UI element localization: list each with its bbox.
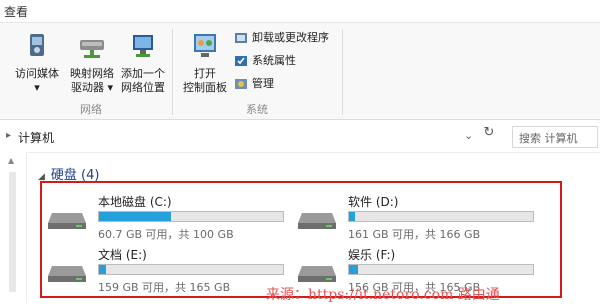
ribbon-separator-2 — [342, 29, 343, 115]
usage-bar — [98, 211, 284, 222]
tab-view[interactable]: 查看 — [4, 3, 28, 20]
add-net-loc-label-2: 网络位置 — [121, 81, 165, 94]
network-location-icon — [133, 35, 153, 57]
control-panel-label: 打开 — [194, 67, 216, 80]
group-network-label: 网络 — [80, 103, 102, 116]
chevron-right-icon[interactable]: ▸ — [6, 130, 11, 141]
refresh-icon[interactable]: ↻ — [480, 125, 498, 143]
drive-name: 文档 (E:) — [98, 248, 147, 262]
source-watermark: 来源：https://it.netoro.com 路由通 — [266, 287, 500, 303]
scroll-up-icon[interactable]: ▲ — [8, 156, 14, 165]
group-system-label: 系统 — [246, 103, 268, 116]
chevron-down-icon[interactable]: ⌄ — [464, 129, 473, 142]
usage-fill — [349, 212, 355, 221]
control-panel-icon — [194, 34, 216, 57]
manage-icon — [235, 79, 247, 89]
search-input[interactable]: 搜索 计算机 — [512, 126, 598, 148]
ribbon: 访问媒体 ▾ 映射网络 驱动器 ▾ 添加一个 网络位置 网络 打开 控制面板 卸… — [0, 23, 600, 120]
map-drive-label: 映射网络 — [70, 67, 114, 80]
access-media-dropdown: ▾ — [34, 81, 40, 94]
map-drive-label-2: 驱动器 ▾ — [70, 81, 114, 94]
usage-bar — [348, 264, 534, 275]
drive-info: 60.7 GB 可用，共 100 GB — [98, 228, 234, 241]
navigation-pane: ▲ — [0, 152, 27, 303]
hard-drive-icon — [298, 213, 336, 229]
drive-name: 本地磁盘 (C:) — [98, 195, 172, 209]
media-device-icon — [30, 34, 44, 56]
drive-item[interactable]: 本地磁盘 (C:) 60.7 GB 可用，共 100 GB — [46, 193, 286, 243]
uninstall-icon — [235, 33, 247, 43]
ribbon-tabbar: 查看 — [0, 0, 600, 23]
address-path[interactable]: 计算机 — [18, 129, 54, 146]
control-panel-label-2: 控制面板 — [183, 81, 227, 94]
usage-fill — [99, 265, 107, 274]
scrollbar-thumb[interactable] — [9, 172, 16, 292]
hard-drive-icon — [298, 266, 336, 282]
usage-fill — [349, 265, 359, 274]
usage-bar — [98, 264, 284, 275]
drive-item[interactable]: 软件 (D:) 161 GB 可用，共 166 GB — [296, 193, 536, 243]
ribbon-separator — [172, 29, 173, 115]
manage-item[interactable]: 管理 — [234, 75, 274, 93]
access-media-button[interactable]: 访问媒体 ▾ — [8, 31, 66, 95]
uninstall-program-item[interactable]: 卸载或更改程序 — [234, 29, 329, 47]
add-net-loc-label: 添加一个 — [121, 67, 165, 80]
map-network-drive-button[interactable]: 映射网络 驱动器 ▾ — [64, 31, 120, 95]
system-properties-icon — [235, 56, 247, 66]
drive-info: 159 GB 可用，共 165 GB — [98, 281, 231, 294]
network-drive-icon — [80, 40, 104, 58]
access-media-label: 访问媒体 — [15, 67, 59, 80]
address-path-box[interactable]: ▸ 计算机 ⌄ — [2, 126, 502, 148]
add-network-location-button[interactable]: 添加一个 网络位置 — [116, 31, 170, 95]
hard-drive-icon — [48, 266, 86, 282]
system-properties-item[interactable]: 系统属性 — [234, 52, 296, 70]
drive-name: 软件 (D:) — [348, 195, 399, 209]
open-control-panel-button[interactable]: 打开 控制面板 — [178, 31, 232, 95]
drive-info: 161 GB 可用，共 166 GB — [348, 228, 481, 241]
system-properties-label: 系统属性 — [252, 54, 296, 67]
manage-label: 管理 — [252, 77, 274, 90]
hard-drive-icon — [48, 213, 86, 229]
uninstall-label: 卸载或更改程序 — [252, 31, 329, 44]
usage-fill — [99, 212, 171, 221]
drive-item[interactable]: 文档 (E:) 159 GB 可用，共 165 GB — [46, 246, 286, 296]
drive-name: 娱乐 (F:) — [348, 248, 396, 262]
address-bar: ▸ 计算机 ⌄ ↻ 搜索 计算机 — [0, 122, 600, 153]
usage-bar — [348, 211, 534, 222]
